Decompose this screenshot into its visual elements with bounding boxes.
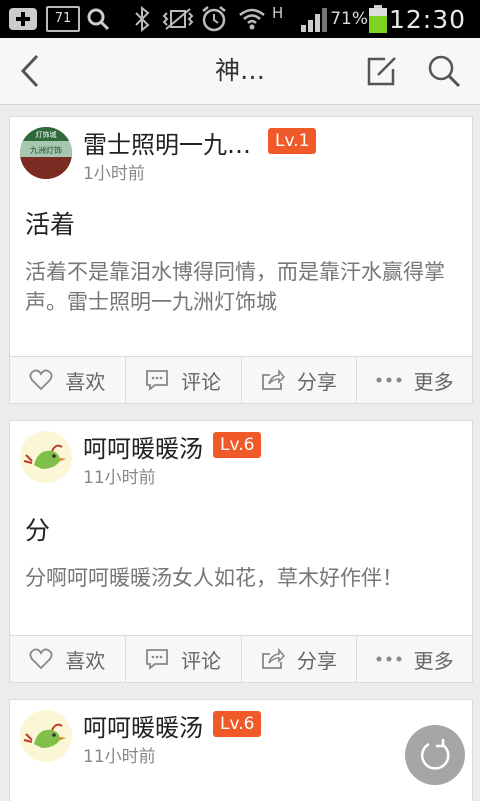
- comment-label: 评论: [181, 369, 222, 394]
- comment-icon: [146, 370, 169, 391]
- author-name[interactable]: 呵呵暖暖汤: [83, 708, 203, 743]
- bluetooth-icon: [134, 0, 150, 38]
- vibrate-icon: [162, 0, 194, 38]
- post-card[interactable]: 呵呵暖暖汤 Lv.6 11小时前: [9, 699, 473, 801]
- wifi-icon: [238, 0, 266, 38]
- comment-button[interactable]: 评论: [126, 357, 242, 403]
- avatar[interactable]: 九洲灯饰 灯饰城: [20, 127, 72, 179]
- share-button[interactable]: 分享: [242, 357, 358, 403]
- level-badge: Lv.1: [268, 128, 317, 154]
- comment-button[interactable]: 评论: [126, 636, 242, 682]
- like-label: 喜欢: [65, 648, 106, 673]
- like-button[interactable]: 喜欢: [10, 357, 126, 403]
- post-body[interactable]: 活着不是靠泪水博得同情，而是靠汗水赢得掌声。雷士照明一九洲灯饰城: [25, 257, 458, 317]
- avatar[interactable]: [20, 431, 72, 483]
- network-type: H: [272, 4, 284, 22]
- post-action-bar: 喜欢 评论 分享 更多: [9, 635, 473, 683]
- share-button[interactable]: 分享: [242, 636, 358, 682]
- avatar[interactable]: [20, 710, 72, 762]
- level-badge: Lv.6: [213, 432, 262, 458]
- page-title: 神…: [214, 56, 265, 85]
- refresh-button[interactable]: [405, 725, 465, 785]
- battery-icon: [368, 0, 388, 38]
- comment-label: 评论: [181, 648, 222, 673]
- more-dots-icon: [376, 656, 402, 662]
- share-label: 分享: [296, 369, 337, 394]
- post-time: 11小时前: [83, 747, 156, 767]
- sim-badge-icon: 71: [46, 0, 80, 38]
- post-body[interactable]: 分啊呵呵暖暖汤女人如花，草木好作伴！: [25, 563, 458, 593]
- post-time: 1小时前: [83, 164, 145, 184]
- more-label: 更多: [413, 369, 454, 394]
- search-icon: [428, 55, 461, 88]
- svg-text:灯饰城: 灯饰城: [36, 130, 57, 139]
- refresh-icon: [420, 739, 450, 770]
- compose-button[interactable]: [360, 38, 404, 104]
- alarm-icon: [200, 0, 228, 38]
- post-title[interactable]: 分: [25, 511, 50, 547]
- share-icon: [261, 648, 285, 669]
- level-badge: Lv.6: [213, 711, 262, 737]
- battery-percent: 71%: [330, 9, 368, 29]
- more-button[interactable]: 更多: [357, 636, 472, 682]
- more-label: 更多: [413, 648, 454, 673]
- like-button[interactable]: 喜欢: [10, 636, 126, 682]
- search-notification-icon: [86, 0, 110, 38]
- share-icon: [261, 369, 285, 390]
- post-card[interactable]: 九洲灯饰 灯饰城 雷士照明一九… Lv.1 1小时前 活着 活着不是靠泪水博得同…: [9, 116, 473, 358]
- app-bar: 神…: [0, 38, 480, 105]
- sim-badge-text: 71: [46, 6, 80, 32]
- heart-icon: [29, 648, 53, 670]
- post-action-bar: 喜欢 评论 分享 更多: [9, 356, 473, 404]
- signal-icon: [300, 0, 332, 38]
- status-bar: 71 H 71% 12:30: [0, 0, 480, 38]
- svg-text:九洲灯饰: 九洲灯饰: [30, 145, 62, 155]
- comment-icon: [146, 649, 169, 670]
- heart-icon: [29, 369, 53, 391]
- search-button[interactable]: [422, 38, 466, 104]
- author-name[interactable]: 雷士照明一九…: [83, 125, 251, 160]
- add-notification-icon: [8, 0, 38, 38]
- post-time: 11小时前: [83, 468, 156, 488]
- edit-icon: [367, 57, 396, 86]
- post-title[interactable]: 活着: [25, 205, 75, 241]
- share-label: 分享: [296, 648, 337, 673]
- like-label: 喜欢: [65, 369, 106, 394]
- more-dots-icon: [376, 377, 402, 383]
- author-name[interactable]: 呵呵暖暖汤: [83, 429, 203, 464]
- post-card[interactable]: 呵呵暖暖汤 Lv.6 11小时前 分 分啊呵呵暖暖汤女人如花，草木好作伴！: [9, 420, 473, 636]
- more-button[interactable]: 更多: [357, 357, 472, 403]
- clock: 12:30: [388, 4, 466, 34]
